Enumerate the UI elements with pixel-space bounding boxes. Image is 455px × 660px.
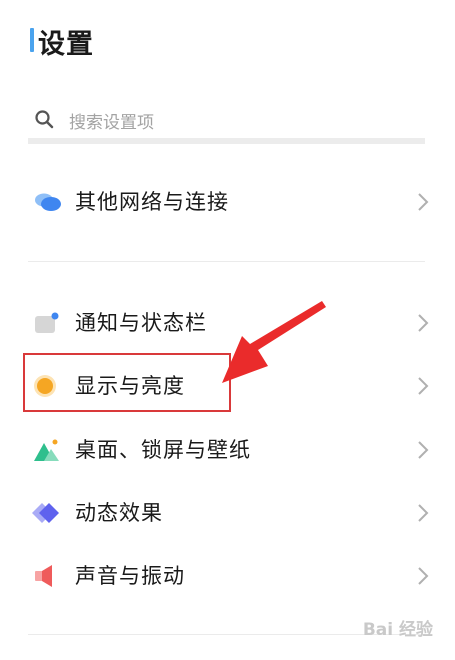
search-underline: [28, 138, 425, 144]
settings-item-wallpaper[interactable]: 桌面、锁屏与壁纸: [28, 422, 433, 478]
section-divider: [28, 261, 425, 262]
speaker-icon: [35, 565, 52, 587]
chevron-right-icon: [418, 504, 429, 522]
settings-item-network[interactable]: 其他网络与连接: [28, 174, 433, 230]
chevron-right-icon: [418, 441, 429, 459]
notification-icon: [35, 312, 59, 333]
settings-item-label: 声音与振动: [75, 564, 185, 588]
highlight-box: [23, 353, 231, 412]
settings-item-label: 动态效果: [75, 501, 163, 525]
chevron-right-icon: [418, 377, 429, 395]
settings-item-label: 通知与状态栏: [75, 311, 207, 335]
search-placeholder: 搜索设置项: [69, 113, 154, 133]
settings-item-animations[interactable]: 动态效果: [28, 485, 433, 541]
title-accent-bar: [30, 28, 34, 52]
watermark: Bai 经验: [362, 620, 433, 640]
chevron-right-icon: [418, 567, 429, 585]
animation-icon: [32, 503, 59, 523]
settings-item-sound[interactable]: 声音与振动: [28, 548, 433, 604]
settings-item-notifications[interactable]: 通知与状态栏: [28, 295, 433, 351]
chevron-right-icon: [418, 193, 429, 211]
settings-item-label: 桌面、锁屏与壁纸: [75, 438, 251, 462]
wallpaper-icon: [34, 439, 59, 461]
search-icon: [35, 110, 54, 129]
cloud-icon: [35, 193, 61, 211]
page-title: 设置: [38, 29, 94, 60]
settings-item-label: 其他网络与连接: [75, 190, 229, 214]
chevron-right-icon: [418, 314, 429, 332]
search-bar[interactable]: 搜索设置项: [28, 100, 425, 144]
